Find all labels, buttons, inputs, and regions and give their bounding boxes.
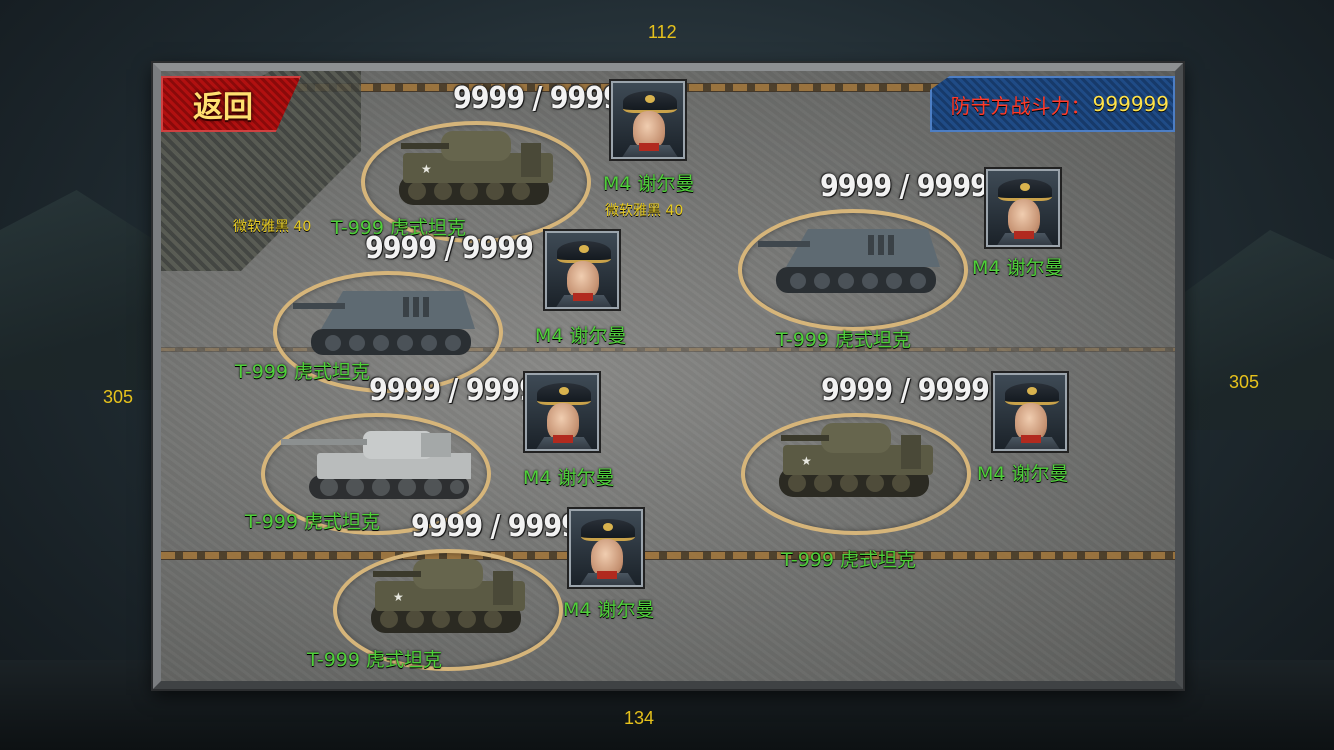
commander-name: M4 谢尔曼 — [523, 467, 615, 489]
svg-text:★: ★ — [393, 590, 404, 604]
margin-left-value: 305 — [103, 387, 134, 407]
tank-name: T-999 虎式坦克 — [776, 329, 912, 351]
battle-board: 返回 防守方战斗力： 999999 微软雅黑 40 微软雅黑 40 ★ 9999… — [153, 63, 1183, 689]
unit-slot[interactable]: ★ 9999 / 9999 M4 谢尔曼 T-999 虎式坦克 — [741, 373, 1121, 571]
commander-name: M4 谢尔曼 — [535, 325, 627, 347]
svg-text:★: ★ — [421, 162, 432, 176]
margin-top-value: 112 — [648, 22, 677, 42]
defender-power-panel: 防守方战斗力： 999999 — [930, 76, 1175, 132]
light-tank-icon: ★ — [779, 423, 933, 497]
light-tank-icon: ★ — [399, 131, 553, 205]
tank-name: T-999 虎式坦克 — [781, 549, 917, 571]
commander-portrait[interactable] — [569, 509, 643, 587]
unit-hp: 9999 / 9999 — [365, 231, 534, 266]
unit-hp: 9999 / 9999 — [821, 373, 990, 408]
light-tank-icon: ★ — [371, 559, 525, 633]
commander-portrait[interactable] — [525, 373, 599, 451]
commander-portrait[interactable] — [611, 81, 685, 159]
background-mountain-left — [0, 190, 170, 390]
svg-text:★: ★ — [801, 454, 812, 468]
margin-right-value: 305 — [1229, 372, 1260, 392]
commander-portrait[interactable] — [545, 231, 619, 309]
margin-bottom-value: 134 — [624, 708, 655, 728]
commander-portrait[interactable] — [986, 169, 1060, 247]
commander-name: M4 谢尔曼 — [563, 599, 655, 621]
unit-hp: 9999 / 9999 — [820, 169, 989, 204]
unit-slot[interactable]: ★ 9999 / 9999 M4 谢尔曼 T-999 虎式坦克 — [331, 81, 741, 251]
unit-hp: 9999 / 9999 — [369, 373, 538, 408]
tank-destroyer-icon — [758, 229, 940, 293]
defender-power-label: 防守方战斗力： — [950, 93, 1091, 118]
unit-hp: 9999 / 9999 — [453, 81, 622, 116]
tiger-tank-icon — [281, 431, 471, 499]
unit-slot[interactable]: 9999 / 9999 M4 谢尔曼 T-999 虎式坦克 — [738, 169, 1118, 351]
commander-name: M4 谢尔曼 — [977, 463, 1069, 485]
commander-portrait[interactable] — [993, 373, 1067, 451]
tank-name: T-999 虎式坦克 — [307, 649, 443, 671]
unit-slot[interactable]: ★ 9999 / 9999 M4 谢尔曼 T-999 虎式坦克 — [307, 509, 713, 679]
unit-hp: 9999 / 9999 — [411, 509, 580, 544]
commander-name: M4 谢尔曼 — [972, 257, 1064, 279]
commander-name: M4 谢尔曼 — [603, 173, 695, 195]
defender-power-value: 999999 — [1092, 92, 1169, 116]
background-mountain-right — [1174, 230, 1334, 430]
